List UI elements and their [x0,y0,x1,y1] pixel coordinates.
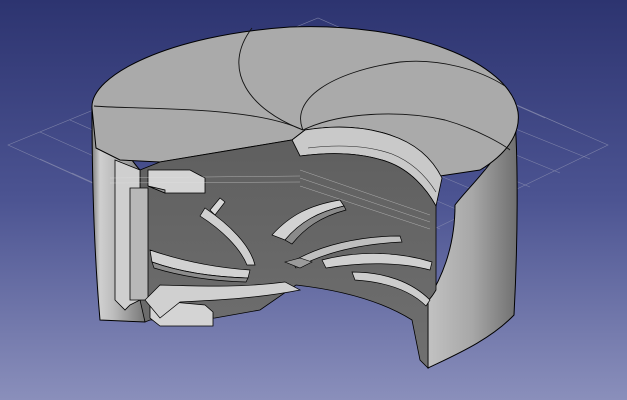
3d-viewport[interactable] [0,0,627,400]
viewport-canvas[interactable] [0,0,627,400]
